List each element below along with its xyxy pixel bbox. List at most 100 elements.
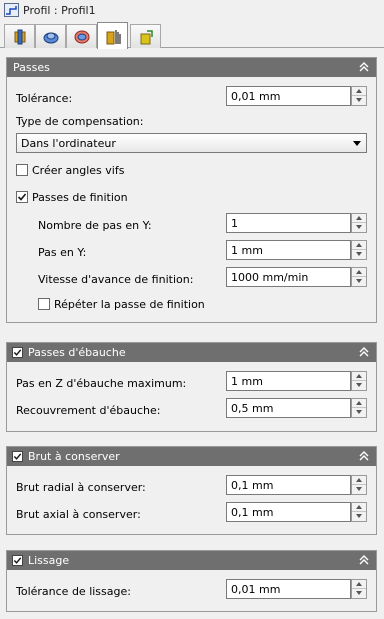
smoothing-tolerance-label: Tolérance de lissage: (16, 585, 131, 598)
arrow-down-icon (356, 252, 362, 256)
spin-up-button[interactable] (352, 87, 366, 96)
arrow-down-icon (356, 591, 362, 595)
spin-up-button[interactable] (352, 268, 366, 277)
section-header-stock[interactable]: Brut à conserver (7, 447, 376, 466)
tab-shape[interactable] (35, 24, 66, 48)
arrow-up-icon (356, 270, 362, 274)
arrow-up-icon (356, 89, 362, 93)
stock-enable-checkbox[interactable] (12, 451, 23, 462)
spin-up-button[interactable] (352, 399, 366, 408)
radial-stock-field[interactable]: 0,1 mm (226, 475, 351, 495)
spin-up-button[interactable] (352, 476, 366, 485)
passes-icon (106, 30, 121, 45)
max-stepdown-stepper[interactable]: 1 mm (226, 371, 367, 391)
sharp-corners-checkbox[interactable] (16, 164, 28, 176)
num-steps-stepper[interactable]: 1 (226, 213, 367, 233)
tab-linking[interactable] (130, 24, 161, 48)
repeat-finishing-label: Répéter la passe de finition (54, 298, 205, 311)
collapse-icon[interactable] (358, 450, 370, 462)
arrow-up-icon (356, 582, 362, 586)
spin-down-button[interactable] (352, 250, 366, 259)
spin-buttons (351, 398, 367, 418)
stepover-stepper[interactable]: 1 mm (226, 240, 367, 260)
spin-down-button[interactable] (352, 408, 366, 417)
overlap-stepper[interactable]: 0,5 mm (226, 398, 367, 418)
title-bar: Profil : Profil1 (0, 0, 384, 20)
spin-down-button[interactable] (352, 277, 366, 286)
shape-icon (43, 32, 59, 44)
arrow-down-icon (356, 279, 362, 283)
arrow-up-icon (356, 243, 362, 247)
spin-buttons (351, 267, 367, 287)
roughing-enable-checkbox[interactable] (12, 347, 23, 358)
spin-down-button[interactable] (352, 485, 366, 494)
spin-buttons (351, 579, 367, 599)
feedrate-label: Vitesse d'avance de finition: (38, 273, 194, 286)
tolerance-label: Tolérance: (16, 92, 73, 105)
section-smoothing: Lissage Tolérance de lissage: 0,01 mm (6, 550, 377, 612)
spin-buttons (351, 240, 367, 260)
section-passes: Passes Tolérance: 0,01 mm Type de compen… (6, 57, 377, 323)
stepover-label: Pas en Y: (38, 246, 87, 259)
tab-heights[interactable] (66, 24, 97, 48)
arrow-down-icon (356, 383, 362, 387)
tolerance-field[interactable]: 0,01 mm (226, 86, 351, 106)
compensation-label: Type de compensation: (16, 115, 144, 128)
feedrate-field[interactable]: 1000 mm/min (226, 267, 351, 287)
arrow-down-icon (356, 98, 362, 102)
spin-buttons (351, 371, 367, 391)
smoothing-tolerance-field[interactable]: 0,01 mm (226, 579, 351, 599)
section-title: Passes d'ébauche (28, 346, 126, 359)
section-header-roughing[interactable]: Passes d'ébauche (7, 343, 376, 362)
section-header-smoothing[interactable]: Lissage (7, 551, 376, 570)
arrow-up-icon (356, 374, 362, 378)
collapse-icon[interactable] (358, 61, 370, 73)
checkmark-icon (13, 349, 22, 356)
radial-stock-stepper[interactable]: 0,1 mm (226, 475, 367, 495)
section-header-passes[interactable]: Passes (7, 58, 376, 77)
arrow-down-icon (356, 487, 362, 491)
overlap-label: Recouvrement d'ébauche: (16, 404, 161, 417)
tolerance-stepper[interactable]: 0,01 mm (226, 86, 367, 106)
spin-down-button[interactable] (352, 589, 366, 598)
feedrate-stepper[interactable]: 1000 mm/min (226, 267, 367, 287)
axial-stock-stepper[interactable]: 0,1 mm (226, 502, 367, 522)
repeat-finishing-checkbox[interactable] (38, 298, 50, 310)
spin-down-button[interactable] (352, 223, 366, 232)
arrow-up-icon (356, 478, 362, 482)
axial-stock-label: Brut axial à conserver: (16, 508, 141, 521)
tab-passes[interactable] (97, 22, 128, 49)
section-title: Lissage (28, 554, 70, 567)
spin-down-button[interactable] (352, 381, 366, 390)
arrow-up-icon (356, 505, 362, 509)
max-stepdown-field[interactable]: 1 mm (226, 371, 351, 391)
spin-buttons (351, 502, 367, 522)
num-steps-label: Nombre de pas en Y: (38, 219, 152, 232)
smoothing-enable-checkbox[interactable] (12, 555, 23, 566)
spin-up-button[interactable] (352, 503, 366, 512)
checkmark-icon (13, 557, 22, 564)
spin-up-button[interactable] (352, 214, 366, 223)
arrow-down-icon (356, 410, 362, 414)
spin-up-button[interactable] (352, 241, 366, 250)
overlap-field[interactable]: 0,5 mm (226, 398, 351, 418)
num-steps-field[interactable]: 1 (226, 213, 351, 233)
sharp-corners-label: Créer angles vifs (32, 164, 125, 177)
compensation-dropdown[interactable]: Dans l'ordinateur (16, 133, 367, 153)
spin-buttons (351, 86, 367, 106)
smoothing-tolerance-stepper[interactable]: 0,01 mm (226, 579, 367, 599)
axial-stock-field[interactable]: 0,1 mm (226, 502, 351, 522)
stepover-field[interactable]: 1 mm (226, 240, 351, 260)
arrow-down-icon (356, 514, 362, 518)
tab-tool[interactable] (4, 24, 35, 48)
spin-down-button[interactable] (352, 96, 366, 105)
collapse-icon[interactable] (358, 346, 370, 358)
spin-up-button[interactable] (352, 372, 366, 381)
chevron-down-icon (353, 141, 361, 146)
collapse-icon[interactable] (358, 554, 370, 566)
tool-icon (14, 29, 26, 45)
finishing-checkbox[interactable] (16, 191, 28, 203)
finishing-label: Passes de finition (32, 191, 128, 204)
spin-up-button[interactable] (352, 580, 366, 589)
spin-down-button[interactable] (352, 512, 366, 521)
